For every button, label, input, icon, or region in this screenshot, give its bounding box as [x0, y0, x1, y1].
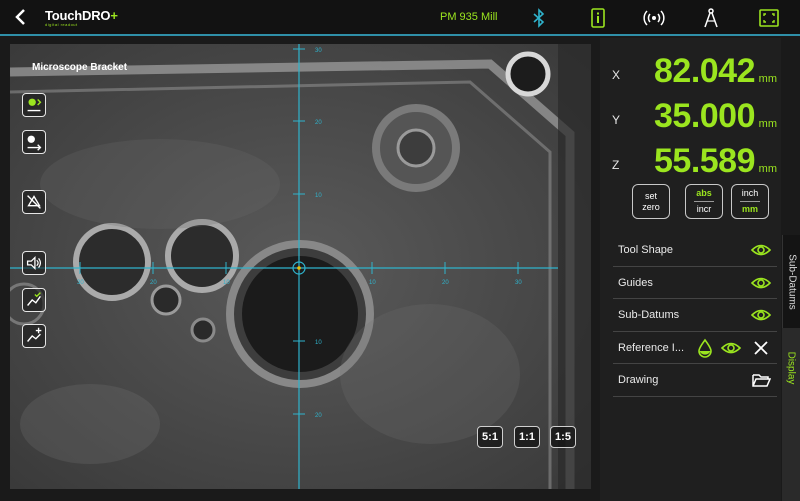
scale-label: 10 [223, 280, 230, 286]
scale-label: 20 [442, 280, 449, 286]
list-item-drawing[interactable]: Drawing [613, 364, 777, 397]
scale-label: 30 [315, 48, 322, 54]
hide-tool-icon[interactable] [22, 190, 46, 214]
wireless-signal-icon[interactable] [643, 7, 665, 29]
close-icon[interactable] [751, 338, 771, 358]
app-logo: TouchDRO+ digital readout [45, 8, 118, 27]
axis-x-value: 82.042 [654, 52, 756, 90]
axis-y-value: 35.000 [654, 97, 756, 135]
eye-icon[interactable] [751, 240, 771, 260]
eye-icon[interactable] [751, 273, 771, 293]
axis-x-row[interactable]: X 82.042 mm [600, 50, 781, 94]
camera-title: Microscope Bracket [32, 62, 128, 73]
bluetooth-icon[interactable] [528, 7, 550, 29]
back-arrow-icon[interactable] [10, 6, 32, 28]
axis-y-unit: mm [758, 118, 777, 130]
scale-label: 20 [315, 413, 322, 419]
probe-edge-icon[interactable] [22, 93, 46, 117]
axis-y-row[interactable]: Y 35.000 mm [600, 95, 781, 139]
probe-center-icon[interactable] [22, 130, 46, 154]
fullscreen-icon[interactable] [758, 7, 780, 29]
axis-x-label: X [612, 68, 621, 82]
axis-z-unit: mm [758, 163, 777, 175]
camera-view[interactable]: 30 20 10 10 20 30 30 20 10 10 20 Microsc… [10, 44, 591, 489]
scale-label: 10 [369, 280, 376, 286]
zoom-5-1-button[interactable]: 5:1 [477, 426, 503, 448]
folder-open-icon[interactable] [751, 370, 771, 390]
axis-x-unit: mm [758, 73, 777, 85]
info-icon[interactable] [587, 7, 609, 29]
zoom-1-5-button[interactable]: 1:5 [550, 426, 576, 448]
list-item-sub-datums[interactable]: Sub-Datums [613, 299, 777, 332]
inch-mm-toggle[interactable]: inch mm [731, 184, 769, 219]
microscope-image: 30 20 10 10 20 30 30 20 10 10 20 [10, 44, 591, 489]
list-item-reference-image[interactable]: Reference I... [613, 332, 777, 364]
set-zero-button[interactable]: set zero [632, 184, 670, 219]
scale-label: 30 [77, 280, 84, 286]
display-options-list: Tool Shape Guides Sub-Datums Reference I… [613, 234, 777, 397]
dro-panel: X 82.042 mm Y 35.000 mm Z 55.589 mm set … [600, 38, 781, 501]
top-bar: TouchDRO+ digital readout PM 935 Mill [0, 0, 800, 36]
scale-label: 20 [150, 280, 157, 286]
eye-icon[interactable] [721, 338, 741, 358]
scale-label: 10 [315, 193, 322, 199]
list-item-guides[interactable]: Guides [613, 267, 777, 299]
tab-sub-datums[interactable]: Sub-Datums [782, 235, 800, 328]
sound-icon[interactable] [22, 251, 46, 275]
scale-label: 10 [315, 340, 322, 346]
axis-z-value: 55.589 [654, 142, 756, 180]
zoom-1-1-button[interactable]: 1:1 [514, 426, 540, 448]
scale-label: 20 [315, 120, 322, 126]
opacity-drop-icon[interactable] [695, 338, 715, 358]
add-point-icon[interactable] [22, 324, 46, 348]
eye-icon[interactable] [751, 305, 771, 325]
tab-display[interactable]: Display [782, 328, 800, 501]
axis-y-label: Y [612, 113, 621, 127]
axis-z-row[interactable]: Z 55.589 mm [600, 140, 781, 184]
axis-z-label: Z [612, 158, 620, 172]
scale-label: 30 [515, 280, 522, 286]
compass-icon[interactable] [700, 7, 722, 29]
abs-incr-toggle[interactable]: abs incr [685, 184, 723, 219]
list-item-tool-shape[interactable]: Tool Shape [613, 234, 777, 267]
machine-name[interactable]: PM 935 Mill [440, 11, 497, 23]
confirm-point-icon[interactable] [22, 288, 46, 312]
